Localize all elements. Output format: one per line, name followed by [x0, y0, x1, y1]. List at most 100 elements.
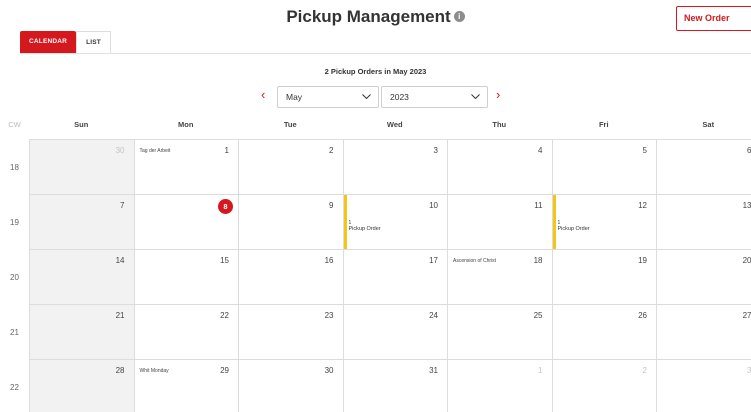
info-icon[interactable]: i	[453, 11, 465, 23]
day-number: 26	[638, 311, 647, 320]
day-cell[interactable]: 21	[30, 305, 135, 360]
day-cell[interactable]: 15	[134, 250, 239, 305]
day-cell[interactable]: 14	[30, 250, 135, 305]
day-cell[interactable]: 3	[343, 140, 448, 195]
chevron-down-icon	[362, 94, 371, 99]
pickup-event-marker[interactable]	[343, 195, 347, 249]
day-number: 27	[742, 311, 751, 320]
day-number: 22	[220, 311, 229, 320]
month-select-value: May	[286, 92, 303, 102]
day-number: 14	[115, 256, 125, 265]
day-number: 9	[329, 201, 334, 210]
tab-calendar[interactable]: CALENDAR	[20, 31, 77, 53]
view-tabs: CALENDAR LIST	[20, 31, 111, 53]
day-number: 30	[115, 146, 125, 155]
day-number: 3	[433, 146, 438, 155]
day-cell[interactable]: 16	[239, 250, 344, 305]
weekday-header-fri: Fri	[598, 120, 609, 129]
day-number: 24	[429, 311, 438, 320]
event-label[interactable]: Pickup Order	[558, 226, 590, 232]
day-cell[interactable]: 3	[657, 360, 751, 412]
day-number: 12	[638, 201, 647, 210]
day-cell[interactable]: 30	[239, 360, 344, 412]
page-title-text: Pickup Management	[286, 7, 451, 26]
holiday-label: Tag der Arbeit	[139, 148, 171, 154]
day-number: 25	[533, 311, 543, 320]
event-label[interactable]: Pickup Order	[349, 226, 381, 232]
today-badge: 8	[218, 199, 233, 214]
weekday-header-sun: Sun	[74, 120, 89, 129]
prev-month-icon[interactable]: ‹	[261, 88, 265, 102]
day-cell[interactable]: 27	[657, 305, 751, 360]
day-number: 17	[429, 256, 438, 265]
year-select-value: 2023	[390, 92, 409, 102]
day-number: 10	[429, 201, 438, 210]
day-cell[interactable]: 7	[30, 195, 135, 250]
holiday-label: Ascension of Christ	[453, 258, 497, 264]
next-month-icon[interactable]: ›	[496, 88, 500, 102]
calendar-week-number: 21	[10, 328, 19, 337]
day-cell[interactable]: Tag der Arbeit 1	[134, 140, 239, 195]
weekday-header-mon: Mon	[178, 120, 194, 129]
year-select[interactable]: 2023	[381, 86, 488, 108]
day-number: 1	[224, 146, 229, 155]
day-number: 11	[534, 201, 543, 210]
day-cell[interactable]: 25	[448, 305, 553, 360]
day-cell[interactable]: 8	[134, 195, 239, 250]
calendar-week-number: 20	[10, 273, 19, 282]
calendar-week-number: 18	[10, 163, 19, 172]
day-number: 16	[324, 256, 334, 265]
day-cell[interactable]: 20	[657, 250, 751, 305]
calendar-week-number: 22	[10, 383, 19, 392]
month-select[interactable]: May	[277, 86, 379, 108]
day-cell[interactable]: Ascension of Christ 18	[448, 250, 553, 305]
day-number: 1	[538, 366, 543, 375]
day-cell[interactable]: 6	[657, 140, 751, 195]
calendar-week-number: 19	[10, 218, 19, 227]
holiday-label: Whit Monday	[139, 368, 169, 374]
day-cell[interactable]: 9	[239, 195, 344, 250]
day-cell[interactable]: 28	[30, 360, 135, 412]
day-cell[interactable]: 19	[552, 250, 657, 305]
day-number: 5	[642, 146, 647, 155]
day-cell[interactable]: 24	[343, 305, 448, 360]
day-number: 23	[324, 311, 334, 320]
day-cell[interactable]: 22	[134, 305, 239, 360]
day-cell[interactable]: 4	[448, 140, 553, 195]
day-number: 19	[638, 256, 647, 265]
tab-divider	[20, 53, 751, 54]
day-number: 31	[429, 366, 438, 375]
weekday-header-tue: Tue	[283, 120, 297, 129]
day-number: 30	[324, 366, 334, 375]
orders-summary: 2 Pickup Orders in May 2023	[324, 67, 427, 76]
day-cell[interactable]: 31	[343, 360, 448, 412]
pickup-event-marker[interactable]	[552, 195, 556, 249]
weekday-header-thu: Thu	[492, 120, 507, 129]
day-number: 28	[115, 366, 125, 375]
weekday-header-sat: Sat	[702, 120, 715, 129]
day-number: 15	[220, 256, 229, 265]
new-order-button[interactable]: New Order	[676, 6, 751, 31]
day-cell[interactable]: 1 Pickup Order 10	[343, 195, 448, 250]
day-cell[interactable]: 1 Pickup Order 12	[552, 195, 657, 250]
day-cell[interactable]: 2	[552, 360, 657, 412]
day-number: 21	[115, 311, 125, 320]
day-cell[interactable]: 5	[552, 140, 657, 195]
day-cell[interactable]: Whit Monday 29	[134, 360, 239, 412]
day-cell[interactable]: 26	[552, 305, 657, 360]
day-cell[interactable]: 2	[239, 140, 344, 195]
calendar-grid: 30 Tag der Arbeit 1 2 3 4 5 6 7 8 9 1 Pickup Order 10…	[29, 139, 751, 412]
day-number: 3	[747, 366, 751, 375]
day-cell[interactable]: 13	[657, 195, 751, 250]
day-cell[interactable]: 17	[343, 250, 448, 305]
day-cell[interactable]: 11	[448, 195, 553, 250]
day-number: 7	[120, 201, 125, 210]
day-number: 2	[329, 146, 334, 155]
day-cell[interactable]: 1	[448, 360, 553, 412]
weekday-header-wed: Wed	[386, 120, 403, 129]
day-cell[interactable]: 23	[239, 305, 344, 360]
day-number: 20	[742, 256, 751, 265]
page-title: Pickup Management i	[0, 7, 751, 27]
day-cell[interactable]: 30	[30, 140, 135, 195]
tab-list[interactable]: LIST	[76, 31, 111, 53]
